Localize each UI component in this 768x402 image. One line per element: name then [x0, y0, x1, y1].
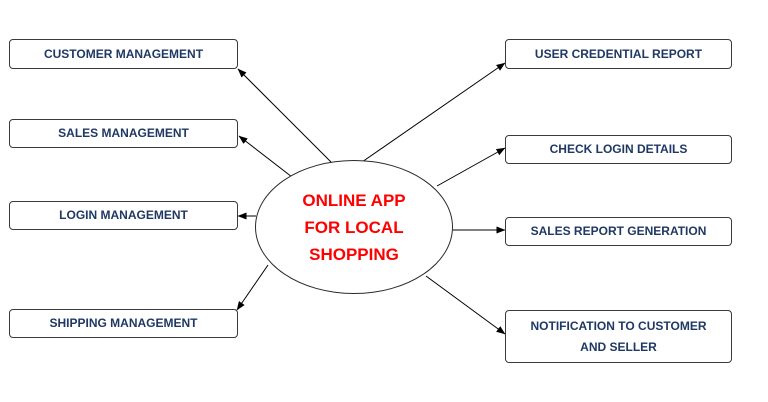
- node-notification-to-customer-and-seller: NOTIFICATION TO CUSTOMER AND SELLER: [505, 310, 732, 363]
- node-label: SALES MANAGEMENT: [58, 126, 189, 140]
- arrow-to-check-login-details: [436, 147, 506, 187]
- arrow-to-user-credential-report: [361, 62, 506, 163]
- node-sales-report-generation: SALES REPORT GENERATION: [505, 217, 732, 246]
- node-login-management: LOGIN MANAGEMENT: [9, 201, 238, 230]
- center-label: ONLINE APP FOR LOCAL SHOPPING: [279, 187, 429, 268]
- node-label-line-2: AND SELLER: [580, 339, 657, 354]
- node-label-line-1: NOTIFICATION TO CUSTOMER: [530, 318, 707, 333]
- node-user-credential-report: USER CREDENTIAL REPORT: [505, 39, 732, 69]
- node-check-login-details: CHECK LOGIN DETAILS: [505, 135, 732, 164]
- arrow-to-customer-management: [237, 68, 332, 163]
- node-label: CHECK LOGIN DETAILS: [549, 142, 688, 156]
- node-label: CUSTOMER MANAGEMENT: [43, 46, 204, 61]
- node-shipping-management: SHIPPING MANAGEMENT: [9, 309, 238, 338]
- diagram-canvas: CUSTOMER MANAGEMENT SALES MANAGEMENT LOG…: [0, 0, 768, 402]
- arrow-to-notification: [425, 275, 506, 335]
- center-node-online-app: ONLINE APP FOR LOCAL SHOPPING: [255, 160, 453, 294]
- arrow-to-sales-management: [238, 135, 293, 178]
- node-label: SHIPPING MANAGEMENT: [49, 316, 198, 330]
- arrow-to-shipping-management: [236, 264, 269, 311]
- node-label: LOGIN MANAGEMENT: [59, 208, 188, 222]
- center-label-line-3: SHOPPING: [309, 244, 399, 264]
- node-label: SALES REPORT GENERATION: [530, 224, 707, 238]
- node-customer-management: CUSTOMER MANAGEMENT: [9, 39, 238, 69]
- center-label-line-2: FOR LOCAL: [304, 217, 404, 237]
- node-label: USER CREDENTIAL REPORT: [534, 46, 703, 61]
- center-label-line-1: ONLINE APP: [302, 190, 406, 210]
- node-sales-management: SALES MANAGEMENT: [9, 119, 238, 148]
